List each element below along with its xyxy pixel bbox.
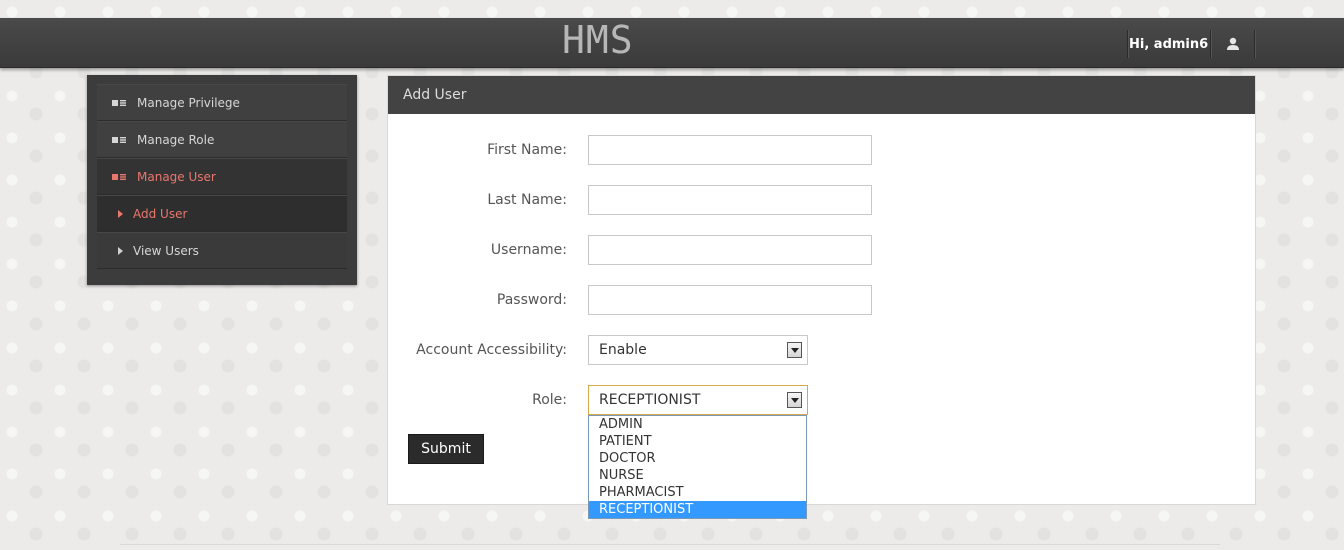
role-value: RECEPTIONIST	[599, 392, 701, 408]
top-navbar: HMS Hi, admin6	[0, 18, 1344, 68]
account-accessibility-value: Enable	[599, 342, 647, 358]
sidebar-item-label: Add User	[133, 206, 188, 221]
sidebar-subitem-view-users[interactable]: View Users	[97, 232, 347, 269]
password-input[interactable]	[588, 285, 872, 315]
sidebar-item-manage-role[interactable]: Manage Role	[97, 121, 347, 158]
caret-right-icon	[118, 246, 123, 255]
role-label: Role:	[532, 392, 567, 408]
user-icon	[1227, 37, 1239, 50]
sidebar-item-label: Manage Role	[137, 132, 215, 147]
role-option-admin[interactable]: ADMIN	[589, 416, 806, 433]
sidebar-item-label: View Users	[133, 243, 199, 258]
list-icon	[112, 173, 137, 181]
sidebar-item-manage-privilege[interactable]: Manage Privilege	[97, 84, 347, 121]
role-option-nurse[interactable]: NURSE	[589, 467, 806, 484]
sidebar-item-label: Manage User	[137, 169, 216, 184]
user-greeting: Hi, admin6	[1129, 37, 1209, 52]
last-name-input[interactable]	[588, 185, 872, 215]
role-option-doctor[interactable]: DOCTOR	[589, 450, 806, 467]
caret-right-icon	[118, 209, 123, 218]
navbar-divider	[1210, 30, 1212, 58]
list-icon	[112, 136, 137, 144]
list-icon	[112, 99, 137, 107]
user-menu-button[interactable]	[1213, 28, 1253, 60]
last-name-label: Last Name:	[487, 192, 567, 208]
account-accessibility-select[interactable]: Enable	[588, 335, 808, 365]
username-label: Username:	[490, 242, 567, 258]
brand-logo: HMS	[562, 18, 634, 62]
add-user-panel: Add User First Name: Last Name: Username…	[387, 75, 1256, 519]
password-label: Password:	[496, 292, 567, 308]
first-name-label: First Name:	[487, 142, 567, 158]
sidebar: Manage Privilege Manage Role Manage User…	[87, 75, 357, 285]
submit-button[interactable]: Submit	[408, 434, 484, 464]
username-input[interactable]	[588, 235, 872, 265]
role-option-receptionist[interactable]: RECEPTIONIST	[589, 501, 806, 518]
account-accessibility-label: Account Accessibility:	[416, 342, 567, 358]
sidebar-item-manage-user[interactable]: Manage User	[97, 158, 347, 195]
sidebar-subitem-add-user[interactable]: Add User	[97, 195, 347, 232]
panel-title: Add User	[388, 76, 1255, 114]
role-option-patient[interactable]: PATIENT	[589, 433, 806, 450]
dropdown-arrow-icon[interactable]	[787, 342, 802, 358]
sidebar-item-label: Manage Privilege	[137, 95, 240, 110]
navbar-divider	[1254, 30, 1256, 58]
dropdown-arrow-icon[interactable]	[787, 392, 802, 408]
first-name-input[interactable]	[588, 135, 872, 165]
role-option-pharmacist[interactable]: PHARMACIST	[589, 484, 806, 501]
footer-divider	[120, 544, 1220, 545]
role-select[interactable]: RECEPTIONIST	[588, 385, 808, 415]
role-dropdown-list: ADMIN PATIENT DOCTOR NURSE PHARMACIST RE…	[588, 415, 807, 519]
